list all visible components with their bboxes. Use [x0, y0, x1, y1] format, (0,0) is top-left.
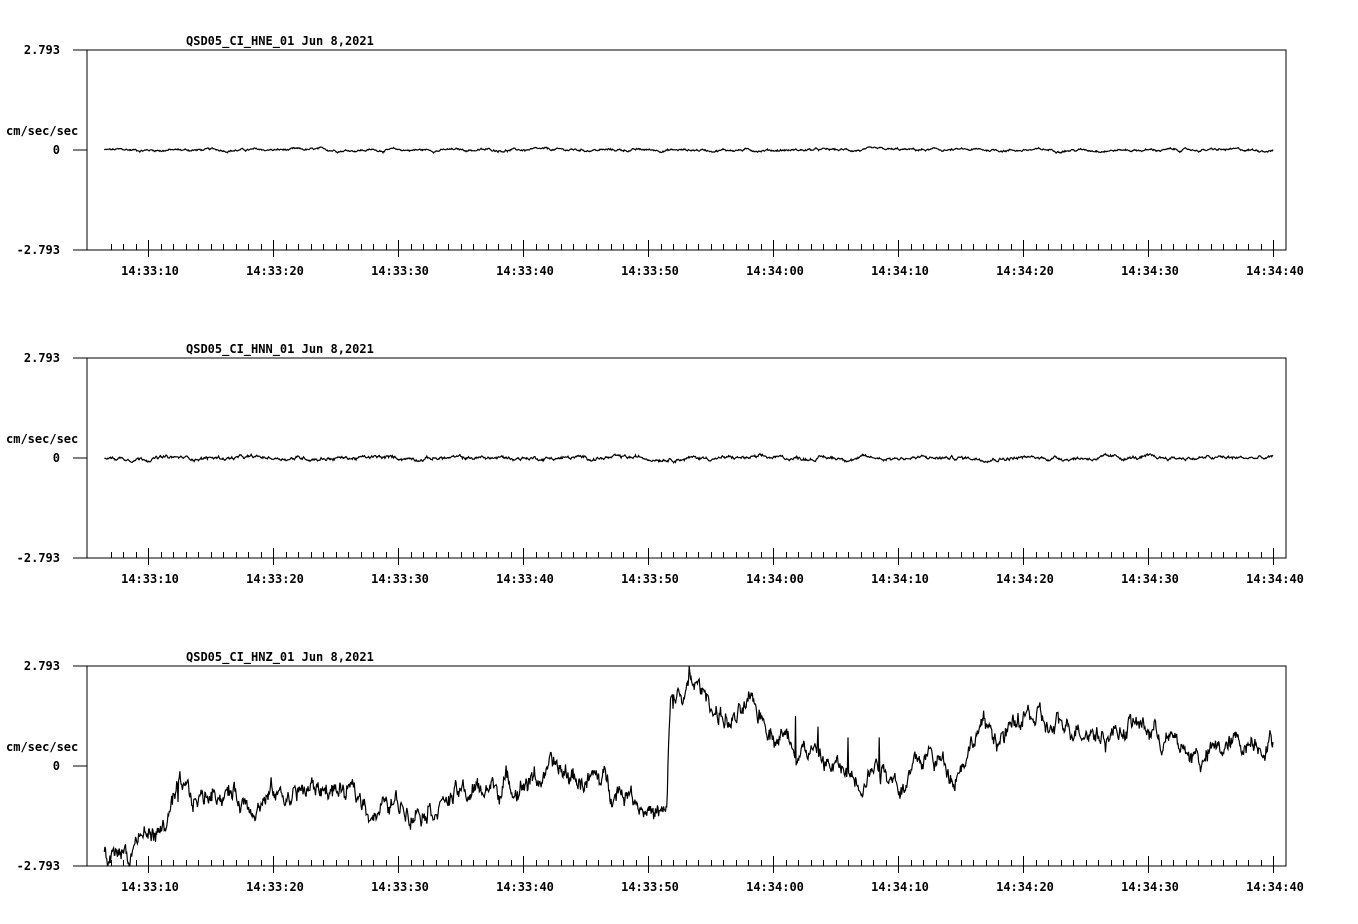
x-tick-label: 14:34:00	[746, 880, 804, 894]
y-axis-label: cm/sec/sec	[6, 124, 78, 138]
y-tick-label: 2.793	[24, 351, 60, 365]
panel-3: 2.793 0 -2.793 cm/sec/sec QSD05_CI_HNZ_01 Ju…	[6, 650, 1304, 894]
x-tick-label: 14:33:50	[621, 880, 679, 894]
x-tick-label: 14:34:20	[996, 264, 1054, 278]
y-tick-label: -2.793	[17, 551, 60, 565]
waveform-trace	[104, 452, 1274, 464]
panel-1: 2.793 0 -2.793 cm/sec/sec QSD05_CI_HNE_01 Ju…	[6, 34, 1304, 278]
seismogram-figure: 2.793 0 -2.793 cm/sec/sec QSD05_CI_HNE_01 Ju…	[6, 34, 1304, 894]
x-tick-label: 14:34:30	[1121, 264, 1179, 278]
y-tick-label: 0	[53, 759, 60, 773]
y-tick-label: -2.793	[17, 243, 60, 257]
x-tick-label: 14:34:20	[996, 880, 1054, 894]
x-tick-label: 14:33:30	[371, 572, 429, 586]
y-tick-label: 2.793	[24, 659, 60, 673]
panel-title: QSD05_CI_HNE_01 Jun 8,2021	[186, 34, 374, 49]
x-tick-label: 14:33:40	[496, 572, 554, 586]
y-tick-label: 0	[53, 451, 60, 465]
x-tick-label: 14:33:10	[121, 264, 179, 278]
x-tick-label: 14:34:20	[996, 572, 1054, 586]
waveform-trace	[103, 665, 1274, 868]
x-tick-label: 14:34:00	[746, 572, 804, 586]
x-tick-label: 14:34:40	[1246, 264, 1304, 278]
x-tick-label: 14:33:40	[496, 264, 554, 278]
y-axis-label: cm/sec/sec	[6, 432, 78, 446]
x-tick-label: 14:34:30	[1121, 572, 1179, 586]
x-tick-label: 14:34:10	[871, 572, 929, 586]
panel-title: QSD05_CI_HNZ_01 Jun 8,2021	[186, 650, 374, 665]
x-tick-label: 14:34:10	[871, 880, 929, 894]
panel-title: QSD05_CI_HNN_01 Jun 8,2021	[186, 342, 374, 357]
x-tick-label: 14:33:20	[246, 572, 304, 586]
x-tick-label: 14:33:40	[496, 880, 554, 894]
y-axis-label: cm/sec/sec	[6, 740, 78, 754]
x-tick-label: 14:33:20	[246, 264, 304, 278]
waveform-trace	[103, 146, 1274, 155]
x-tick-label: 14:34:40	[1246, 572, 1304, 586]
x-tick-label: 14:33:30	[371, 880, 429, 894]
panel-2: 2.793 0 -2.793 cm/sec/sec QSD05_CI_HNN_01 Ju…	[6, 342, 1304, 586]
x-tick-label: 14:33:30	[371, 264, 429, 278]
y-tick-label: -2.793	[17, 859, 60, 873]
plot-frame	[86, 665, 1287, 867]
x-tick-label: 14:34:10	[871, 264, 929, 278]
x-tick-label: 14:34:00	[746, 264, 804, 278]
x-tick-label: 14:33:10	[121, 880, 179, 894]
x-tick-label: 14:33:20	[246, 880, 304, 894]
x-tick-label: 14:34:30	[1121, 880, 1179, 894]
x-tick-label: 14:33:50	[621, 572, 679, 586]
x-tick-label: 14:34:40	[1246, 880, 1304, 894]
x-tick-label: 14:33:50	[621, 264, 679, 278]
x-tick-label: 14:33:10	[121, 572, 179, 586]
y-tick-label: 0	[53, 143, 60, 157]
y-tick-label: 2.793	[24, 43, 60, 57]
